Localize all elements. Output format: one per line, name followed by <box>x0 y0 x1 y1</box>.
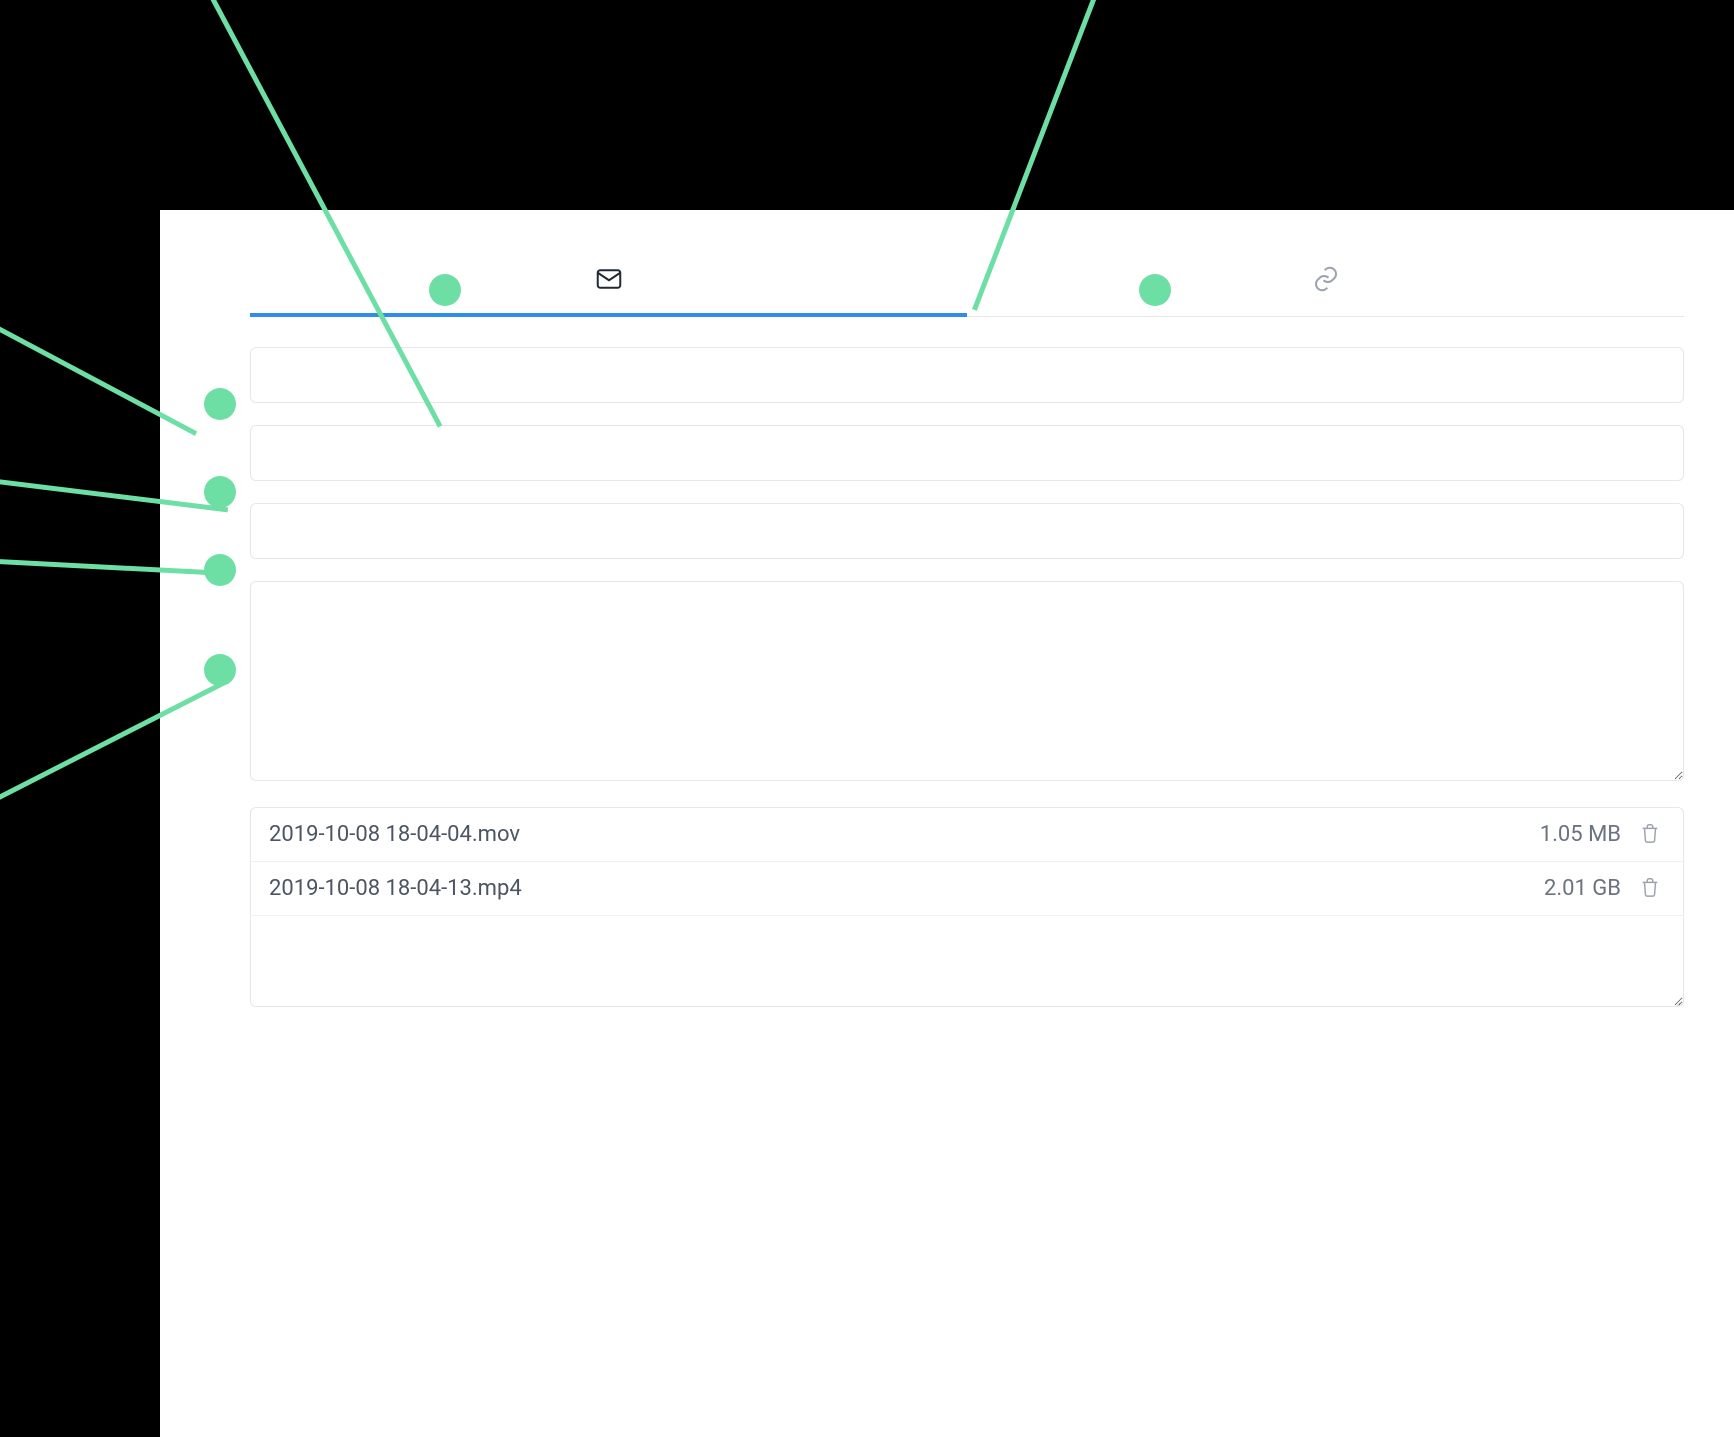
tab-email[interactable] <box>250 250 967 316</box>
file-name: 2019-10-08 18-04-04.mov <box>269 822 1540 847</box>
file-delete-button[interactable] <box>1635 872 1665 905</box>
annotation-dot <box>1139 274 1171 306</box>
input-field-3[interactable] <box>250 503 1684 559</box>
file-row: 2019-10-08 18-04-04.mov 1.05 MB <box>251 808 1683 862</box>
input-field-1[interactable] <box>250 347 1684 403</box>
annotation-dot <box>204 476 236 508</box>
form-panel: 2019-10-08 18-04-04.mov 1.05 MB 2019-10-… <box>160 210 1734 1437</box>
file-list: 2019-10-08 18-04-04.mov 1.05 MB 2019-10-… <box>250 807 1684 1007</box>
file-size: 2.01 GB <box>1544 876 1621 901</box>
file-name: 2019-10-08 18-04-13.mp4 <box>269 876 1544 901</box>
message-textarea[interactable] <box>250 581 1684 781</box>
annotation-dot <box>204 654 236 686</box>
link-icon <box>1311 264 1341 298</box>
resize-grip <box>1667 990 1681 1004</box>
annotation-dot <box>204 388 236 420</box>
trash-icon <box>1639 876 1661 901</box>
annotation-dot <box>429 274 461 306</box>
trash-icon <box>1639 822 1661 847</box>
annotation-dot <box>204 554 236 586</box>
envelope-icon <box>594 264 624 298</box>
file-row: 2019-10-08 18-04-13.mp4 2.01 GB <box>251 862 1683 916</box>
input-field-2[interactable] <box>250 425 1684 481</box>
tab-link[interactable] <box>967 250 1684 316</box>
file-delete-button[interactable] <box>1635 818 1665 851</box>
file-size: 1.05 MB <box>1540 822 1621 847</box>
tabs <box>250 250 1684 317</box>
